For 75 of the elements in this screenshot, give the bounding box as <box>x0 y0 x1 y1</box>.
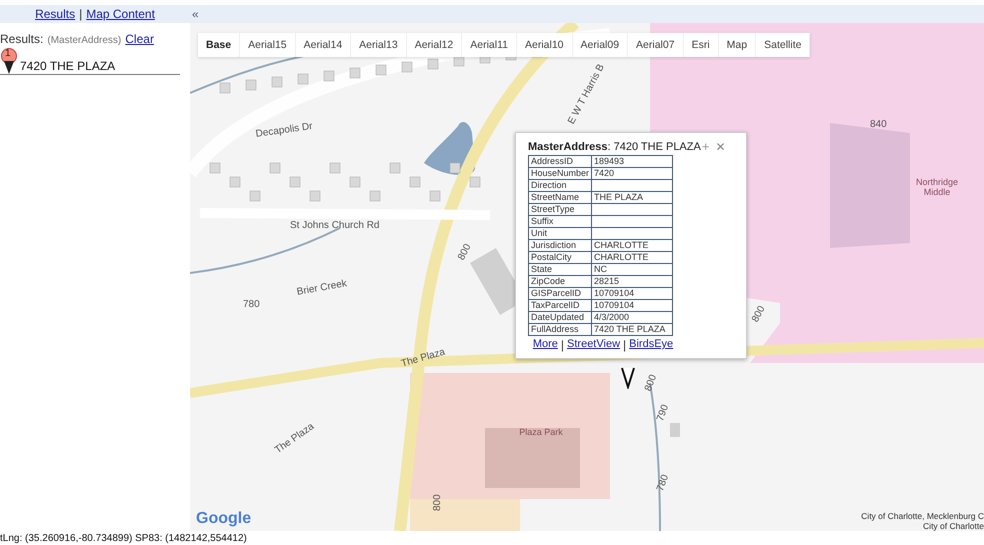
field-name-cell: DateUpdated <box>528 312 592 324</box>
basemap-tab[interactable]: Satellite <box>756 33 810 57</box>
map-attribution: City of Charlotte <box>923 521 984 531</box>
field-name-cell: Unit <box>528 228 592 240</box>
field-value-cell: CHARLOTTE <box>592 240 673 252</box>
map-label: Northridge Middle <box>914 177 960 197</box>
map-label: 780 <box>655 473 672 493</box>
basemap-tab[interactable]: Aerial15 <box>240 33 296 57</box>
basemap-tab[interactable]: Aerial07 <box>628 33 684 57</box>
basemap-tab[interactable]: Aerial13 <box>351 33 407 57</box>
map-label: 800 <box>643 373 660 393</box>
field-name-cell: PostalCity <box>528 252 592 264</box>
field-name-cell: Suffix <box>528 216 592 228</box>
basemap-tab[interactable]: Aerial14 <box>296 33 352 57</box>
field-name-cell: HouseNumber <box>528 168 592 180</box>
field-name-cell: State <box>528 264 592 276</box>
field-name-cell: ZipCode <box>528 276 592 288</box>
field-value-cell: 10709104 <box>592 288 673 300</box>
coordinates-status: tLng: (35.260916,-80.734899) SP83: (1482142,554412) <box>0 532 248 545</box>
result-address: 7420 THE PLAZA <box>20 59 116 73</box>
field-name-cell: GISParcelID <box>528 288 592 300</box>
field-name-cell: TaxParcelID <box>528 300 592 312</box>
result-number: 1 <box>5 48 11 59</box>
map-label: Brier Creek <box>296 278 348 298</box>
link-separator: | <box>79 7 82 21</box>
field-name-cell: Direction <box>528 180 592 192</box>
map-marker-icon <box>621 367 635 389</box>
map-label: 790 <box>655 403 672 423</box>
panel-tab-link[interactable]: Map Content <box>86 7 155 21</box>
basemap-tab[interactable]: Base <box>198 33 240 57</box>
field-name-cell: StreetName <box>528 192 592 204</box>
results-heading: Results: <box>0 32 44 46</box>
basemap-tab[interactable]: Esri <box>684 33 719 57</box>
close-button[interactable]: ✕ <box>715 140 726 154</box>
field-value-cell: 7420 THE PLAZA <box>592 324 673 336</box>
field-value-cell: 10709104 <box>592 300 673 312</box>
panel-tab-link[interactable]: Results <box>35 7 76 21</box>
map-label: St Johns Church Rd <box>290 220 380 231</box>
popup-link[interactable]: StreetView <box>567 338 620 352</box>
field-value-cell: THE PLAZA <box>592 192 673 204</box>
map-label: 800 <box>432 494 443 511</box>
map-label: 780 <box>243 299 260 310</box>
field-value-cell: CHARLOTTE <box>592 252 673 264</box>
map-label: Decapolis Dr <box>255 121 314 140</box>
popup-link[interactable]: BirdsEye <box>629 338 674 352</box>
field-value-cell: NC <box>592 264 673 276</box>
map-label: 800 <box>750 304 768 324</box>
field-name-cell: Jurisdiction <box>528 240 592 252</box>
link-separator: | <box>623 338 626 352</box>
link-separator: | <box>560 338 564 352</box>
map-label: The Plaza <box>400 346 446 370</box>
field-value-cell: 7420 <box>592 168 673 180</box>
result-item[interactable]: 1 7420 THE PLAZA <box>0 48 180 75</box>
clear-link[interactable]: Clear <box>125 32 154 46</box>
basemap-tab[interactable]: Map <box>718 33 756 57</box>
collapse-panel-button[interactable]: « <box>192 7 199 21</box>
map-attribution: City of Charlotte, Mecklenburg C <box>861 511 984 521</box>
field-name-cell: AddressID <box>528 156 592 168</box>
google-logo: Google <box>196 510 252 528</box>
popup-link[interactable]: More <box>532 338 558 352</box>
basemap-tab[interactable]: Aerial11 <box>462 33 517 57</box>
map-label: Plaza Park <box>518 427 564 437</box>
results-layer-name: (MasterAddress) <box>47 35 122 46</box>
field-value-cell: 4/3/2000 <box>592 312 673 324</box>
basemap-tab[interactable]: Aerial10 <box>516 33 573 57</box>
basemap-tab[interactable]: Aerial12 <box>406 33 462 57</box>
field-name-cell: FullAddress <box>528 324 592 336</box>
field-value-cell: 189493 <box>592 156 673 168</box>
popup-title: MasterAddress: 7420 THE PLAZA <box>528 140 701 152</box>
map-label: 840 <box>870 119 887 130</box>
field-name-cell: StreetType <box>528 204 592 216</box>
map-pin-icon <box>0 48 18 74</box>
map-label: 800 <box>456 242 474 262</box>
basemap-tab[interactable]: Aerial09 <box>572 33 628 57</box>
field-value-cell: 28215 <box>592 276 673 288</box>
